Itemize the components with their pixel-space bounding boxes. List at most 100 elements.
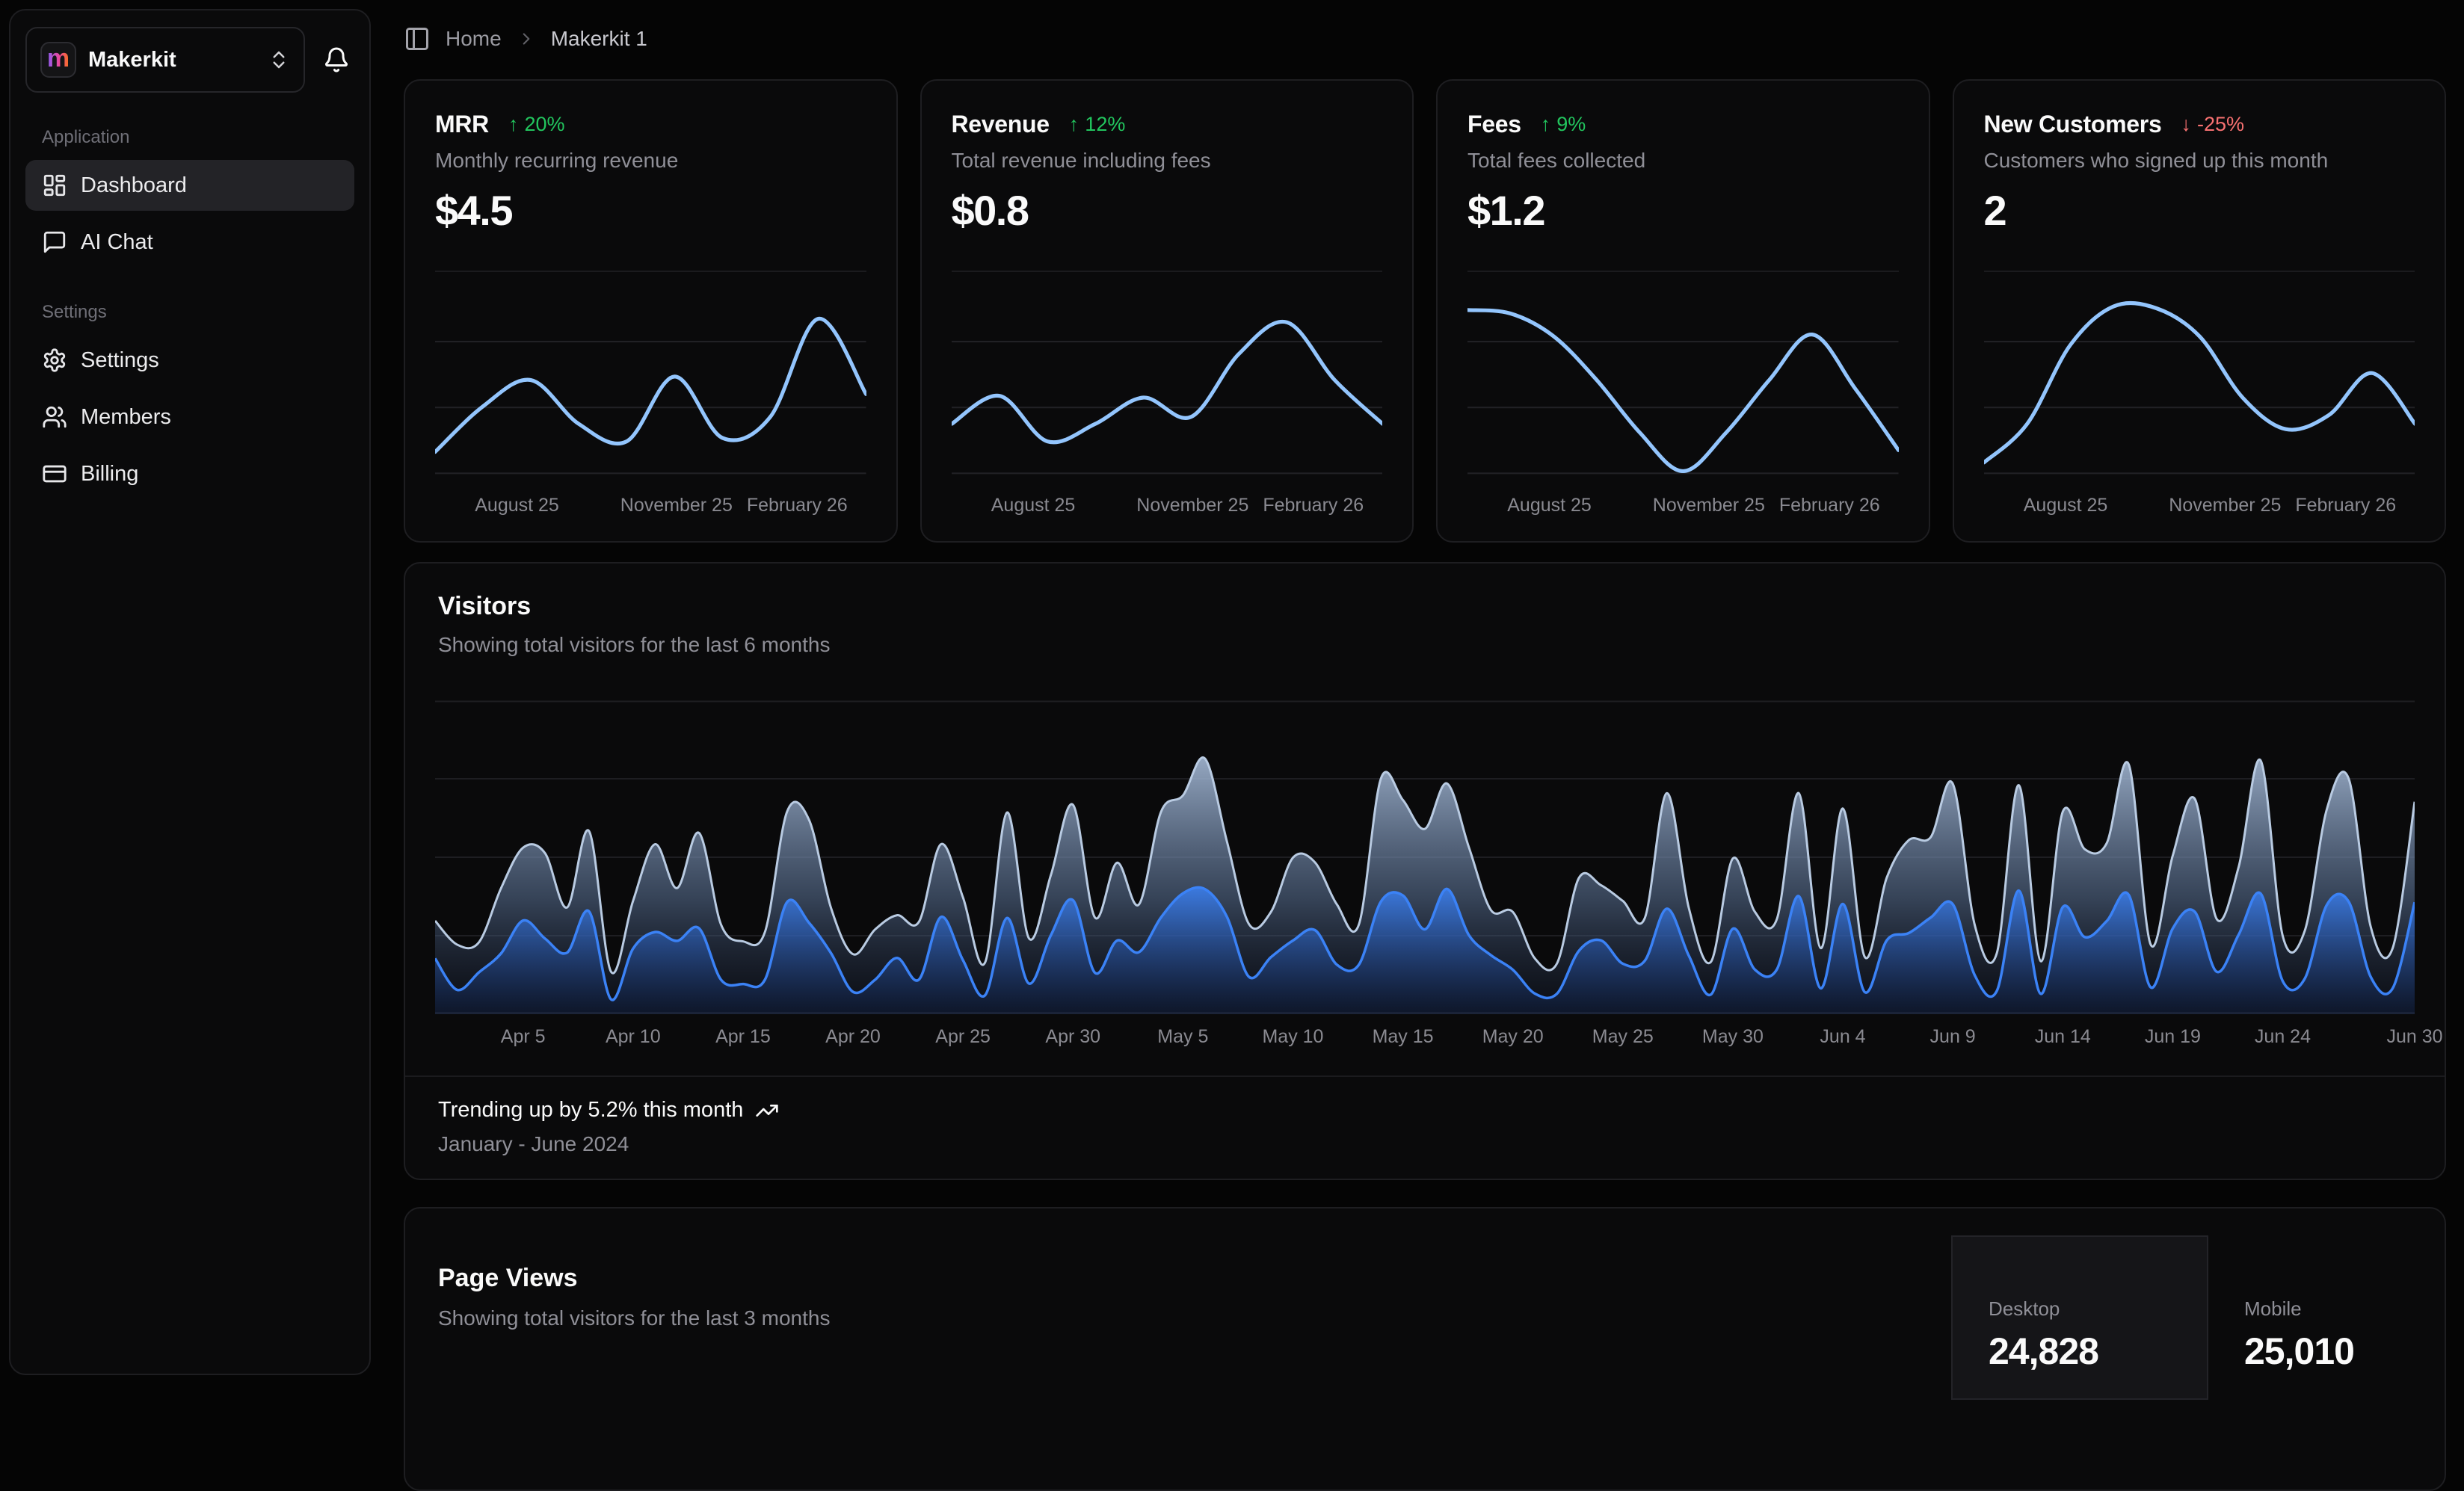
nav-section-label: Application bbox=[25, 127, 354, 148]
sparkline-x-axis: August 25 November 25 February 26 bbox=[1984, 495, 2415, 522]
trending-up-icon bbox=[755, 1099, 779, 1123]
stat-trend-badge: ↑9% bbox=[1541, 113, 1586, 136]
stat-description: Customers who signed up this month bbox=[1984, 149, 2415, 173]
visitors-card: Visitors Showing total visitors for the … bbox=[404, 562, 2446, 1180]
page-views-subtitle: Showing total visitors for the last 3 mo… bbox=[438, 1306, 830, 1330]
stat-change: 9% bbox=[1556, 113, 1586, 136]
billing-icon bbox=[42, 461, 67, 487]
sidebar-item-billing[interactable]: Billing bbox=[25, 448, 354, 499]
sidebar: m Makerkit Application Dashboard AI Chat Se… bbox=[9, 9, 371, 1375]
sidebar-item-dashboard[interactable]: Dashboard bbox=[25, 160, 354, 211]
stat-change: -25% bbox=[2197, 113, 2244, 136]
axis-tick-label: Apr 15 bbox=[715, 1026, 771, 1048]
sparkline-x-axis: August 25 November 25 February 26 bbox=[952, 495, 1383, 522]
axis-tick-label: November 25 bbox=[1136, 495, 1248, 516]
axis-tick-label: Jun 4 bbox=[1820, 1026, 1865, 1048]
trend-down-icon: ↓ bbox=[2181, 113, 2191, 136]
axis-tick-label: August 25 bbox=[991, 495, 1076, 516]
axis-tick-label: February 26 bbox=[1779, 495, 1880, 516]
stat-trend-badge: ↑ 12% bbox=[1069, 113, 1126, 136]
axis-tick-label: Apr 20 bbox=[825, 1026, 881, 1048]
trend-up-icon: ↑ bbox=[1541, 113, 1551, 136]
sparkline-chart bbox=[1984, 278, 2415, 487]
stat-title: New Customers bbox=[1984, 111, 2162, 138]
sidebar-item-label: Dashboard bbox=[81, 173, 187, 198]
stat-value: $0.8 bbox=[952, 186, 1383, 235]
axis-tick-label: February 26 bbox=[747, 495, 848, 516]
visitors-area-chart bbox=[435, 700, 2415, 1014]
axis-tick-label: February 26 bbox=[2295, 495, 2396, 516]
panel-left-icon[interactable] bbox=[404, 25, 431, 52]
axis-tick-label: May 20 bbox=[1482, 1026, 1544, 1048]
bell-icon bbox=[323, 46, 350, 73]
trend-up-icon: ↑ bbox=[1069, 113, 1079, 136]
axis-tick-label: Apr 30 bbox=[1045, 1026, 1100, 1048]
sidebar-item-settings[interactable]: Settings bbox=[25, 335, 354, 386]
notifications-button[interactable] bbox=[318, 42, 354, 78]
sparkline-chart bbox=[1467, 278, 1899, 487]
page-views-toggle-mobile[interactable]: Mobile 25,010 bbox=[2208, 1235, 2445, 1400]
axis-tick-label: May 5 bbox=[1157, 1026, 1208, 1048]
axis-tick-label: May 25 bbox=[1592, 1026, 1654, 1048]
stat-description: Total revenue including fees bbox=[952, 149, 1383, 173]
axis-tick-label: May 15 bbox=[1373, 1026, 1434, 1048]
axis-tick-label: May 10 bbox=[1262, 1026, 1323, 1048]
makerkit-logo: m bbox=[40, 42, 76, 78]
axis-tick-label: August 25 bbox=[1507, 495, 1592, 516]
axis-tick-label: Jun 24 bbox=[2255, 1026, 2311, 1048]
axis-tick-label: August 25 bbox=[475, 495, 559, 516]
workspace-name: Makerkit bbox=[88, 48, 256, 72]
stat-title: Revenue bbox=[952, 111, 1050, 138]
axis-tick-label: November 25 bbox=[2169, 495, 2281, 516]
toggle-value: 25,010 bbox=[2244, 1330, 2445, 1373]
breadcrumb-current: Makerkit 1 bbox=[551, 27, 647, 51]
axis-tick-label: May 30 bbox=[1702, 1026, 1764, 1048]
stat-trend-badge: ↓ -25% bbox=[2181, 113, 2244, 136]
toggle-label: Mobile bbox=[2244, 1297, 2445, 1321]
divider bbox=[435, 271, 866, 272]
trend-up-icon: ↑ bbox=[508, 113, 519, 136]
stat-card-fees: Fees↑9%Total fees collected$1.2August 25… bbox=[1436, 79, 1930, 543]
stat-cards: MRR↑20%Monthly recurring revenue$4.5Augu… bbox=[404, 79, 2446, 543]
axis-tick-label: November 25 bbox=[1653, 495, 1765, 516]
dashboard-icon bbox=[42, 173, 67, 198]
visitors-subtitle: Showing total visitors for the last 6 mo… bbox=[438, 633, 2412, 657]
sidebar-item-label: Settings bbox=[81, 348, 159, 373]
toggle-value: 24,828 bbox=[1989, 1330, 2207, 1373]
chat-icon bbox=[42, 229, 67, 255]
stat-description: Total fees collected bbox=[1467, 149, 1899, 173]
divider bbox=[1984, 271, 2415, 272]
stat-trend-badge: ↑20% bbox=[508, 113, 565, 136]
axis-tick-label: Apr 25 bbox=[935, 1026, 991, 1048]
sidebar-item-members[interactable]: Members bbox=[25, 392, 354, 442]
stat-change: 12% bbox=[1085, 113, 1125, 136]
sparkline-x-axis: August 25 November 25 February 26 bbox=[1467, 495, 1899, 522]
page-views-toggle-desktop[interactable]: Desktop24,828 bbox=[1951, 1235, 2208, 1400]
breadcrumb-home[interactable]: Home bbox=[446, 27, 502, 51]
page-views-card: Page Views Showing total visitors for th… bbox=[404, 1207, 2446, 1491]
stat-card-new-customers: New Customers ↓ -25% Customers who signed u… bbox=[1953, 79, 2447, 543]
axis-tick-label: February 26 bbox=[1263, 495, 1364, 516]
stat-card-revenue: Revenue ↑ 12% Total revenue including fees $… bbox=[920, 79, 1414, 543]
sparkline-chart bbox=[435, 278, 866, 487]
visitors-date-range: January - June 2024 bbox=[438, 1132, 2412, 1156]
stat-title: MRR bbox=[435, 111, 489, 138]
visitors-title: Visitors bbox=[438, 592, 2412, 621]
page-views-toggles: Desktop24,828 Mobile 25,010 bbox=[1951, 1208, 2445, 1490]
axis-tick-label: Jun 30 bbox=[2386, 1026, 2442, 1048]
settings-icon bbox=[42, 348, 67, 373]
axis-tick-label: Jun 9 bbox=[1930, 1026, 1976, 1048]
divider bbox=[952, 271, 1383, 272]
divider bbox=[1467, 271, 1899, 272]
stat-change: 20% bbox=[524, 113, 564, 136]
axis-tick-label: Jun 19 bbox=[2145, 1026, 2201, 1048]
breadcrumb: Home Makerkit 1 bbox=[404, 22, 2446, 55]
axis-tick-label: August 25 bbox=[2024, 495, 2108, 516]
axis-tick-label: Apr 10 bbox=[606, 1026, 661, 1048]
chevron-right-icon bbox=[517, 29, 536, 49]
members-icon bbox=[42, 404, 67, 430]
axis-tick-label: Apr 5 bbox=[501, 1026, 546, 1048]
sidebar-nav: ApplicationDashboardAI ChatSettingsSetti… bbox=[25, 127, 354, 499]
sidebar-item-ai-chat[interactable]: AI Chat bbox=[25, 217, 354, 268]
workspace-selector[interactable]: m Makerkit bbox=[25, 27, 305, 93]
